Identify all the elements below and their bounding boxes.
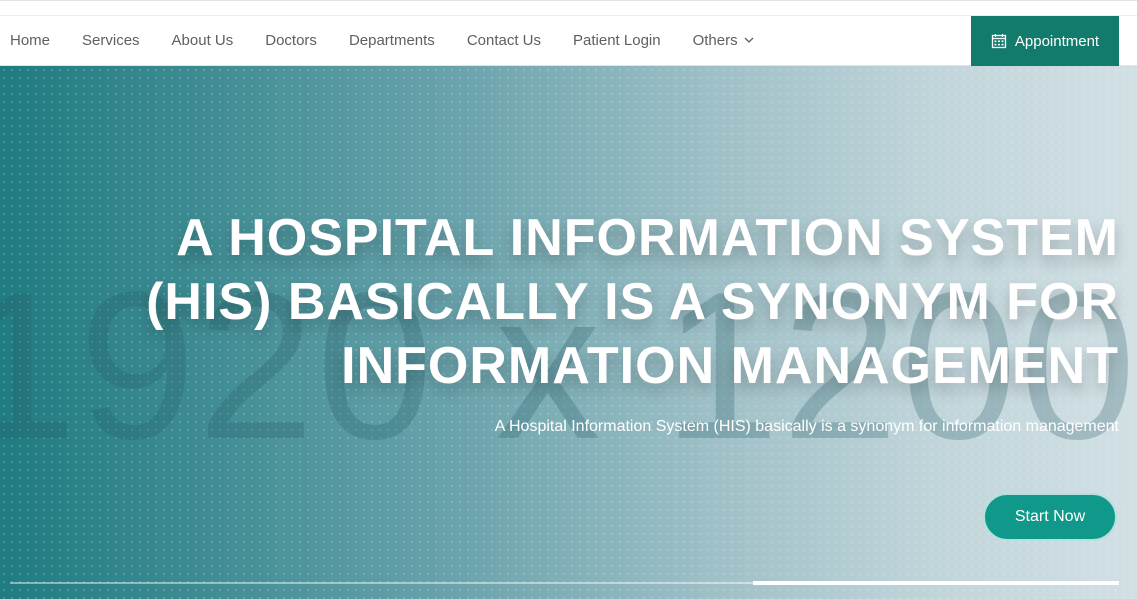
nav-item-patient-login[interactable]: Patient Login — [573, 32, 661, 49]
nav-item-label: Services — [82, 31, 140, 49]
nav-item-others-dropdown[interactable]: Others — [693, 32, 755, 49]
top-strip — [0, 0, 1137, 16]
nav-item-contact-us[interactable]: Contact Us — [467, 32, 541, 49]
nav-item-label: About Us — [171, 31, 234, 49]
slider-progress-fill — [753, 581, 1119, 585]
calendar-icon — [991, 34, 1007, 49]
nav-item-label: Home — [10, 31, 51, 49]
nav-item-home[interactable]: Home — [10, 32, 50, 49]
nav-menu: Home Services About Us Doctors Departmen… — [10, 16, 787, 64]
hero-subtitle: A Hospital Information System (HIS) basi… — [494, 418, 1119, 435]
hero-slider: 1920 x 1200 A HOSPITAL INFORMATION SYSTE… — [0, 66, 1137, 599]
chevron-down-icon — [744, 37, 754, 43]
appointment-button-label: Appointment — [1014, 32, 1100, 50]
slider-progress-bar[interactable] — [10, 581, 1119, 585]
start-now-button[interactable]: Start Now — [983, 493, 1117, 541]
nav-item-departments[interactable]: Departments — [349, 32, 435, 49]
hero-title: A HOSPITAL INFORMATION SYSTEM (HIS) BASI… — [119, 206, 1119, 398]
nav-item-label: Contact Us — [466, 31, 542, 49]
nav-item-services[interactable]: Services — [82, 32, 140, 49]
main-navbar: Home Services About Us Doctors Departmen… — [0, 16, 1137, 66]
nav-item-label: Departments — [348, 31, 435, 49]
nav-item-label: Patient Login — [573, 31, 661, 49]
nav-item-doctors[interactable]: Doctors — [265, 32, 317, 49]
hero-title-line: A HOSPITAL INFORMATION SYSTEM — [176, 209, 1119, 267]
start-now-label: Start Now — [1014, 508, 1086, 525]
appointment-button[interactable]: Appointment — [971, 16, 1119, 66]
hero-title-line: INFORMATION MANAGEMENT — [341, 337, 1119, 395]
nav-item-about-us[interactable]: About Us — [172, 32, 234, 49]
nav-item-label: Doctors — [265, 31, 317, 49]
nav-item-label: Others — [692, 31, 738, 49]
hero-title-line: (HIS) BASICALLY IS A SYNONYM FOR — [146, 273, 1119, 331]
